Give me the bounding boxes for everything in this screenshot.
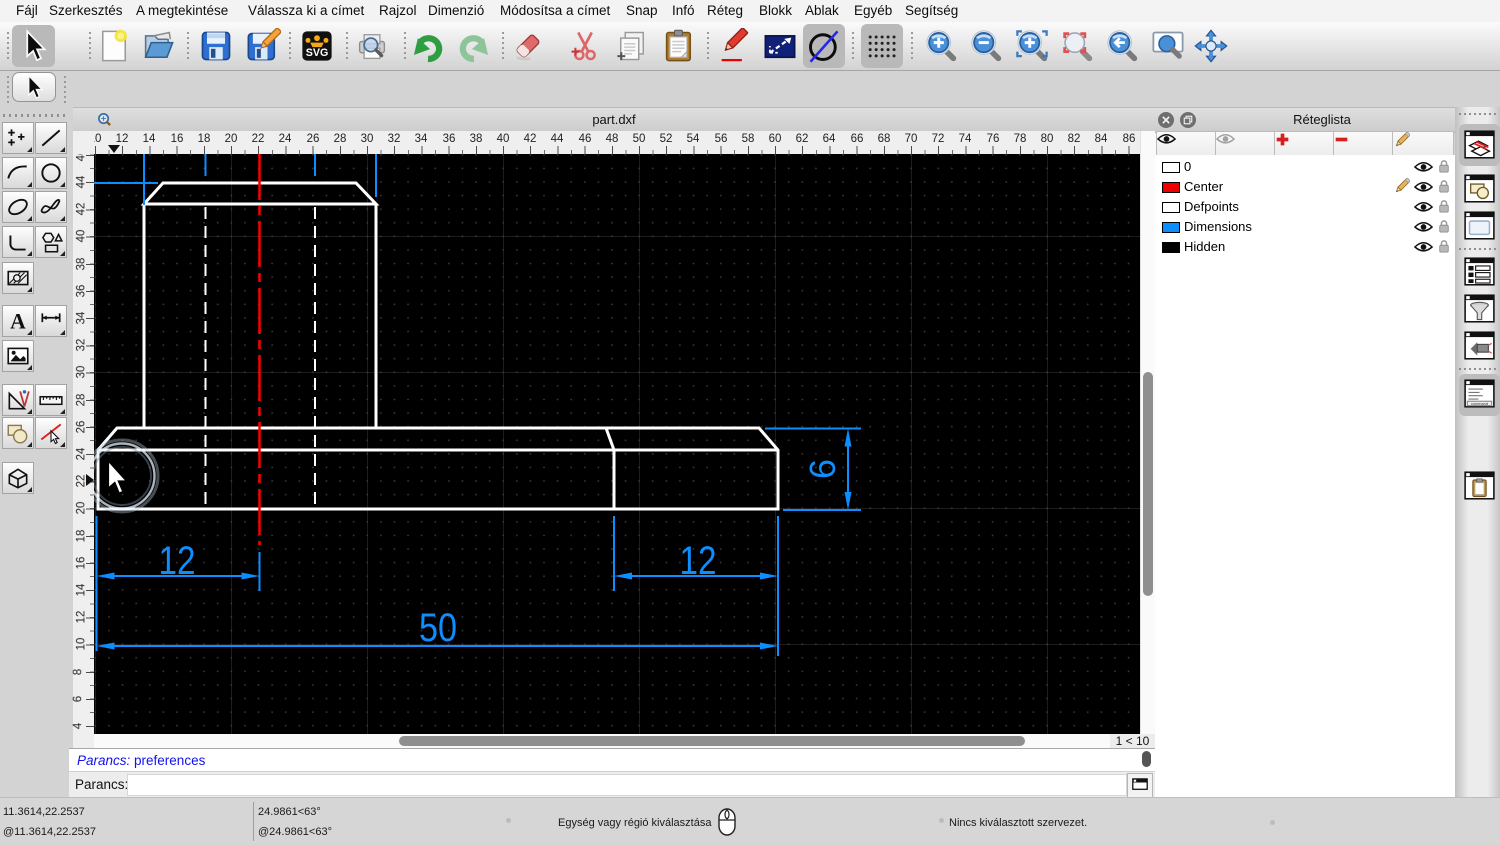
svg-text:6: 6	[802, 459, 843, 479]
svg-text:50: 50	[419, 606, 457, 650]
svg-text:12: 12	[159, 539, 196, 583]
svg-text:12: 12	[680, 539, 717, 583]
